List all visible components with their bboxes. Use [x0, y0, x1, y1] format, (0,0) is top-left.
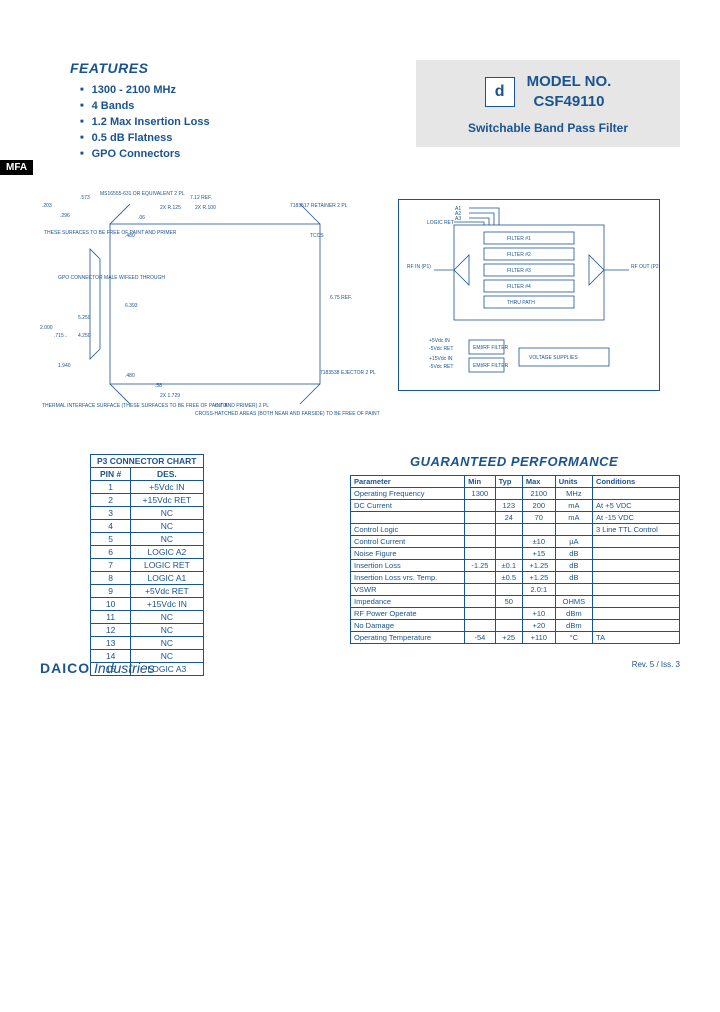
table-row: RF Power Operate+10dBm: [351, 608, 680, 620]
daico-logo-icon: d: [485, 77, 515, 107]
svg-text:4.250: 4.250: [78, 333, 91, 339]
table-row: 3NC: [91, 507, 204, 520]
svg-text:←: ←: [64, 333, 69, 339]
table-row: 12NC: [91, 624, 204, 637]
svg-text:FILTER #3: FILTER #3: [507, 268, 531, 274]
svg-text:+5Vdc IN: +5Vdc IN: [429, 338, 450, 344]
svg-text:RF IN (P1): RF IN (P1): [407, 264, 431, 270]
table-row: DC Current123200mAAt +5 VDC: [351, 500, 680, 512]
svg-text:TCCS: TCCS: [310, 233, 324, 239]
svg-text:7183517 RETAINER 2 PL: 7183517 RETAINER 2 PL: [290, 203, 348, 209]
svg-text:.480: .480: [125, 373, 135, 379]
company-name: DAICO Industries: [40, 660, 155, 676]
table-row: 11NC: [91, 611, 204, 624]
feature-item: 4 Bands: [80, 100, 360, 112]
table-row: 6LOGIC A2: [91, 546, 204, 559]
features-list: 1300 - 2100 MHz 4 Bands 1.2 Max Insertio…: [80, 84, 360, 160]
svg-text:6.75 REF.: 6.75 REF.: [330, 295, 352, 301]
svg-text:THERMAL INTERFACE SURFACE (THE: THERMAL INTERFACE SURFACE (THESE SURFACE…: [42, 403, 269, 409]
table-row: 1+5Vdc IN: [91, 481, 204, 494]
performance-heading: GUARANTEED PERFORMANCE: [410, 454, 680, 469]
table-row: Insertion Loss-1.25±0.1+1.25dB: [351, 560, 680, 572]
svg-text:.715: .715: [54, 333, 64, 339]
svg-text:MS16555-631 OR EQUIVALENT 2 PL: MS16555-631 OR EQUIVALENT 2 PL: [100, 191, 185, 197]
table-row: 2470mAAt -15 VDC: [351, 512, 680, 524]
features-section: FEATURES 1300 - 2100 MHz 4 Bands 1.2 Max…: [40, 60, 360, 164]
svg-text:EMI/RF FILTER: EMI/RF FILTER: [473, 363, 509, 369]
svg-text:+15Vdc IN: +15Vdc IN: [429, 356, 453, 362]
model-box: d MODEL NO. CSF49110 Switchable Band Pas…: [416, 60, 680, 147]
table-row: Control Current±10µA: [351, 536, 680, 548]
features-heading: FEATURES: [70, 60, 360, 76]
svg-text:THESE SURFACES TO BE FREE OF P: THESE SURFACES TO BE FREE OF PAINT AND P…: [44, 230, 177, 236]
svg-text:LOGIC RET: LOGIC RET: [427, 220, 454, 226]
svg-text:1.940: 1.940: [58, 363, 71, 369]
model-subtitle: Switchable Band Pass Filter: [428, 121, 668, 135]
svg-text:THRU PATH: THRU PATH: [507, 300, 535, 306]
table-row: 8LOGIC A1: [91, 572, 204, 585]
svg-text:-5Vdc RET: -5Vdc RET: [429, 346, 453, 352]
svg-text:RF OUT (P2): RF OUT (P2): [631, 264, 659, 270]
pin-connector-table: P3 CONNECTOR CHART PIN # DES. 1+5Vdc IN2…: [90, 454, 204, 676]
svg-text:.573: .573: [80, 195, 90, 201]
table-row: 2+15Vdc RET: [91, 494, 204, 507]
svg-text:.203: .203: [42, 203, 52, 209]
mfa-tag: MFA: [0, 160, 33, 175]
svg-text:FILTER #4: FILTER #4: [507, 284, 531, 290]
svg-text:5.250: 5.250: [78, 315, 91, 321]
table-row: Insertion Loss vrs. Temp.±0.5+1.25dB: [351, 572, 680, 584]
svg-text:.06: .06: [138, 215, 145, 221]
feature-item: 1300 - 2100 MHz: [80, 84, 360, 96]
table-row: 10+15Vdc IN: [91, 598, 204, 611]
svg-text:FILTER #2: FILTER #2: [507, 252, 531, 258]
revision-label: Rev. 5 / Iss. 3: [632, 660, 680, 676]
feature-item: 0.5 dB Flatness: [80, 132, 360, 144]
feature-item: 1.2 Max Insertion Loss: [80, 116, 360, 128]
table-row: 13NC: [91, 637, 204, 650]
svg-text:VOLTAGE SUPPLIES: VOLTAGE SUPPLIES: [529, 355, 578, 361]
pin-table-title: P3 CONNECTOR CHART: [91, 455, 204, 468]
svg-text:.58: .58: [155, 383, 162, 389]
table-row: 9+5Vdc RET: [91, 585, 204, 598]
svg-text:FILTER #1: FILTER #1: [507, 236, 531, 242]
table-row: 7LOGIC RET: [91, 559, 204, 572]
table-row: 4NC: [91, 520, 204, 533]
svg-text:7.12 REF.: 7.12 REF.: [190, 195, 212, 201]
table-row: VSWR2.0:1: [351, 584, 680, 596]
svg-text:6.393: 6.393: [125, 303, 138, 309]
table-row: Control Logic3 Line TTL Control: [351, 524, 680, 536]
svg-text:CROSS-HATCHED AREAS (BOTH NEAR: CROSS-HATCHED AREAS (BOTH NEAR AND FARSI…: [195, 411, 380, 417]
table-row: Noise Figure+15dB: [351, 548, 680, 560]
svg-text:2X R.125: 2X R.125: [160, 205, 181, 211]
svg-text:2X R.100: 2X R.100: [195, 205, 216, 211]
table-row: 5NC: [91, 533, 204, 546]
svg-text:7183538 EJECTOR 2 PL: 7183538 EJECTOR 2 PL: [320, 370, 376, 376]
feature-item: GPO Connectors: [80, 148, 360, 160]
table-row: Operating Frequency13002100MHz: [351, 488, 680, 500]
table-row: Operating Temperature-54+25+110°CTA: [351, 632, 680, 644]
svg-text:2X 1.729: 2X 1.729: [160, 393, 180, 399]
svg-text:EMI/RF FILTER: EMI/RF FILTER: [473, 345, 509, 351]
footer: DAICO Industries Rev. 5 / Iss. 3: [40, 660, 680, 676]
svg-text:GPO CONNECTOR MALE W/FEED THRO: GPO CONNECTOR MALE W/FEED THROUGH: [58, 275, 165, 281]
model-label: MODEL NO. CSF49110: [527, 72, 612, 111]
svg-text:2.000: 2.000: [40, 325, 53, 331]
table-row: No Damage+20dBm: [351, 620, 680, 632]
block-diagram: A1 A2 A3 LOGIC RET RF IN (P1) RF OUT (P2…: [398, 199, 660, 391]
mechanical-drawing: 7.12 REF. 6.75 REF. .203 .296 .573 MS165…: [40, 189, 380, 419]
svg-text:.296: .296: [60, 213, 70, 219]
table-row: Impedance50OHMS: [351, 596, 680, 608]
svg-text:A3: A3: [455, 216, 461, 222]
performance-table-section: GUARANTEED PERFORMANCE Parameter Min Typ…: [350, 454, 680, 644]
svg-text:-5Vdc RET: -5Vdc RET: [429, 364, 453, 370]
